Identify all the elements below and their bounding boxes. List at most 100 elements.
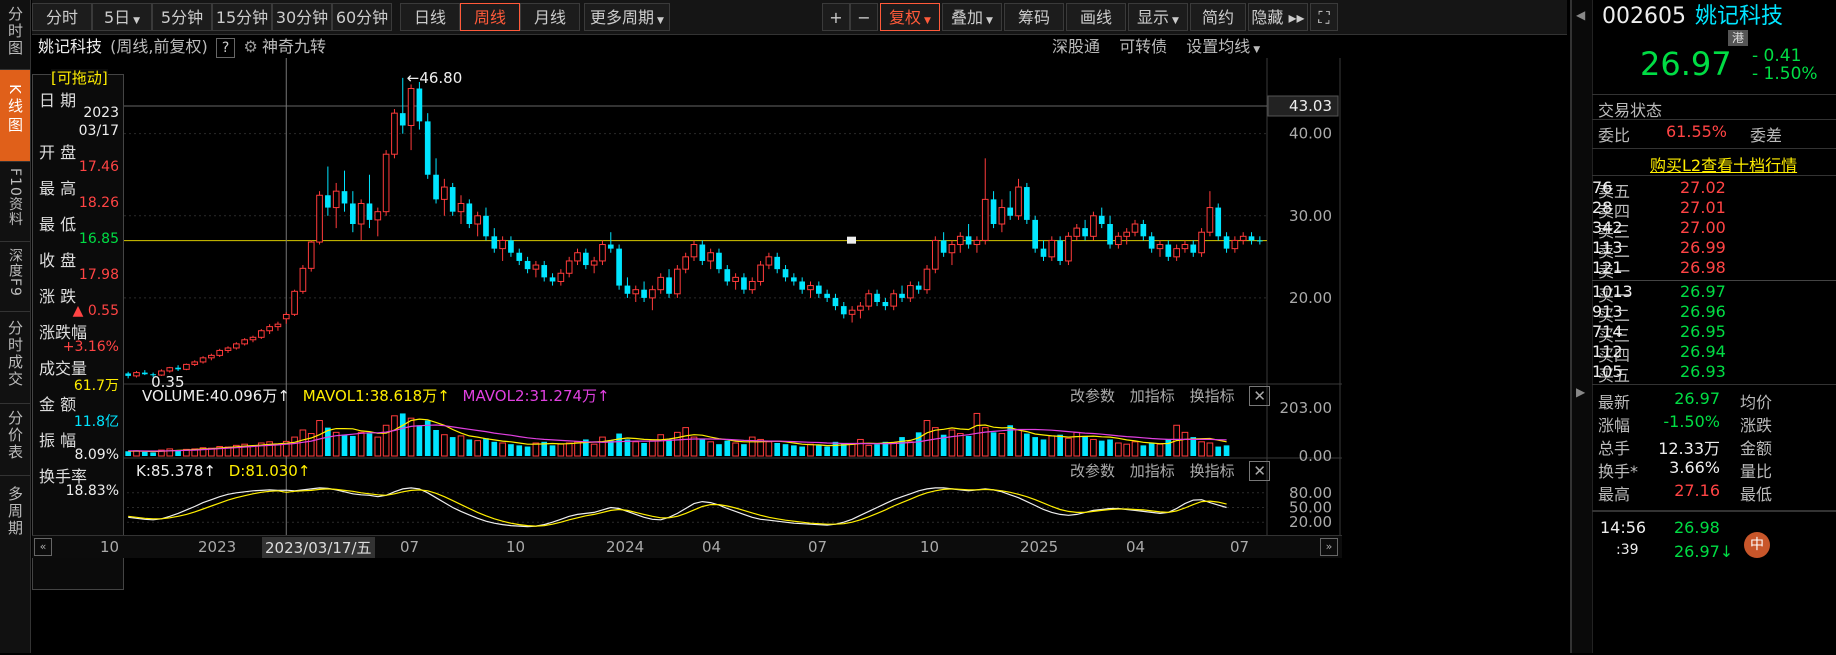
- edit-params-link[interactable]: 改参数: [1070, 462, 1115, 480]
- more-periods-dropdown[interactable]: 更多周期 ▼: [584, 3, 670, 31]
- candle-body: [291, 290, 298, 315]
- side-tab-multi-period[interactable]: 多周期: [0, 476, 30, 653]
- candle-body: [1082, 228, 1088, 237]
- indicator-name[interactable]: 神奇九转: [262, 37, 326, 56]
- drag-hint[interactable]: [可拖动]: [51, 69, 108, 87]
- side-tab-price-table[interactable]: 分价表: [0, 404, 30, 476]
- chips-button[interactable]: 筹码: [1004, 3, 1064, 31]
- expand-icon[interactable]: ▶: [1576, 385, 1585, 399]
- candle-body: [791, 277, 797, 282]
- stat-value: 26.97: [1674, 389, 1720, 408]
- candle-body: [649, 289, 656, 299]
- quote-panel: ◀ ▶ 002605 姚记科技 港 26.97 - 0.41 - 1.50% 交…: [1570, 0, 1836, 653]
- draw-button[interactable]: 画线: [1066, 3, 1126, 31]
- candle-body: [1173, 248, 1180, 258]
- adjust-dropdown[interactable]: 复权 ▼: [880, 3, 940, 31]
- volume-bar: [1048, 435, 1056, 457]
- link-convertible[interactable]: 可转债: [1119, 37, 1167, 56]
- candle-body: [890, 293, 898, 307]
- side-tab-time-chart[interactable]: 分时图: [0, 0, 30, 70]
- candle-body: [565, 260, 573, 274]
- volume-bar: [1082, 435, 1088, 456]
- volume-bar: [474, 440, 481, 457]
- caret-down-icon: ▼: [1253, 45, 1261, 55]
- display-dropdown[interactable]: 显示 ▼: [1128, 3, 1188, 31]
- overlay-dropdown[interactable]: 叠加 ▼: [942, 3, 1002, 31]
- candle-body: [1098, 215, 1105, 224]
- volume-bar: [590, 443, 598, 457]
- candle-body: [1057, 240, 1063, 261]
- volume-bar: [291, 436, 298, 457]
- close-icon[interactable]: ✕: [1249, 461, 1270, 481]
- volume-bar: [1098, 440, 1105, 456]
- ask-volume: 76: [1592, 178, 1613, 197]
- link-sz-connect[interactable]: 深股通: [1052, 37, 1100, 56]
- candle-body: [191, 361, 199, 365]
- candle-body: [1257, 240, 1263, 242]
- candle-body: [374, 211, 382, 221]
- assistant-icon[interactable]: 中: [1744, 532, 1770, 558]
- side-tab-trades[interactable]: 分时成交: [0, 312, 30, 404]
- candle-body: [1198, 231, 1205, 254]
- volume-bar: [491, 441, 498, 456]
- volume-bar: [674, 431, 681, 457]
- side-tab-f10[interactable]: F10资料: [0, 162, 30, 242]
- l2-promo-link[interactable]: 购买L2查看十档行情: [1650, 152, 1797, 176]
- period-button-60min[interactable]: 60分钟: [332, 3, 392, 31]
- scroll-right-icon[interactable]: »: [1320, 538, 1338, 556]
- scroll-left-icon[interactable]: «: [34, 538, 52, 556]
- volume-bar: [1198, 441, 1205, 457]
- add-indicator-link[interactable]: 加指标: [1130, 462, 1175, 480]
- kline-chart[interactable]: 40.0030.0020.0043.03←46.800.35203.000.00…: [32, 58, 1342, 648]
- button-label: +: [829, 8, 843, 27]
- ask-price: 26.98: [1680, 258, 1726, 277]
- period-button-intraday[interactable]: 分时: [32, 3, 92, 31]
- add-indicator-link[interactable]: 加指标: [1130, 387, 1175, 405]
- candle-body: [1148, 236, 1155, 249]
- amplitude-value: 8.09%: [74, 447, 119, 463]
- stat-value: -1.50%: [1663, 412, 1720, 431]
- period-button-30min[interactable]: 30分钟: [272, 3, 332, 31]
- period-button-weekly[interactable]: 周线: [460, 3, 520, 31]
- simple-button[interactable]: 简约: [1190, 3, 1246, 31]
- zoom-out-button[interactable]: −: [850, 3, 878, 31]
- change-indicator-link[interactable]: 换指标: [1190, 462, 1235, 480]
- period-button-15min[interactable]: 15分钟: [212, 3, 272, 31]
- button-label: 日线: [413, 8, 446, 27]
- order-ratio-value: 61.55%: [1666, 122, 1728, 141]
- period-button-5min[interactable]: 5分钟: [152, 3, 212, 31]
- quote-title: 002605 姚记科技: [1602, 2, 1836, 32]
- button-label: 画线: [1079, 8, 1112, 27]
- volume-bar: [907, 441, 914, 457]
- candle-body: [973, 239, 981, 246]
- volume-bar: [657, 434, 665, 457]
- candle-body: [923, 268, 931, 291]
- stat-label: 最高: [1598, 485, 1631, 504]
- edit-params-link[interactable]: 改参数: [1070, 387, 1115, 405]
- candle-body: [449, 187, 456, 212]
- candle-body: [1215, 207, 1222, 237]
- candle-body: [416, 88, 423, 122]
- close-icon[interactable]: ✕: [1249, 386, 1270, 406]
- hide-button[interactable]: 隐藏 ▸▸: [1248, 3, 1308, 31]
- volume-bar: [166, 448, 174, 457]
- period-button-daily[interactable]: 日线: [400, 3, 460, 31]
- change-indicator-link[interactable]: 换指标: [1190, 387, 1235, 405]
- side-tab-kline[interactable]: K线图: [0, 70, 30, 162]
- ask-price: 27.01: [1680, 198, 1726, 217]
- volume-bar: [374, 436, 382, 457]
- candle-body: [899, 293, 905, 298]
- gear-icon[interactable]: ⚙: [243, 37, 257, 56]
- link-set-ma[interactable]: 设置均线: [1186, 37, 1250, 56]
- fullscreen-icon[interactable]: ⛶: [1310, 3, 1338, 31]
- side-tab-depth[interactable]: 深度F9: [0, 242, 30, 312]
- help-button[interactable]: ?: [215, 38, 236, 58]
- period-button-monthly[interactable]: 月线: [520, 3, 580, 31]
- zoom-in-button[interactable]: +: [822, 3, 850, 31]
- collapse-icon[interactable]: ◀: [1576, 8, 1585, 22]
- bar-info-panel[interactable]: [可拖动] 日 期 2023 03/17 开 盘 17.46 最 高 18.26…: [32, 69, 124, 590]
- candle-body: [549, 277, 556, 282]
- period-button-5day[interactable]: 5日 ▼: [92, 3, 152, 31]
- caret-down-icon: ▼: [1172, 16, 1179, 26]
- candle-body: [249, 336, 257, 341]
